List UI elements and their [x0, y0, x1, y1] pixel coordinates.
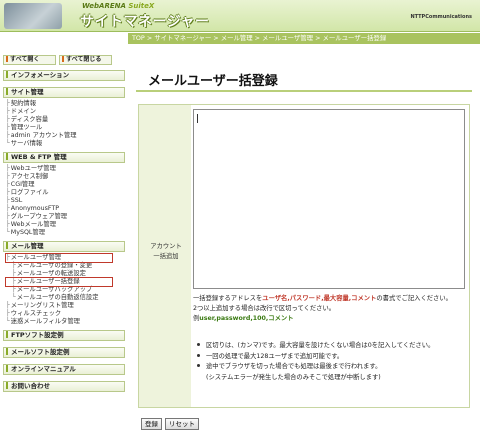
- field-label: アカウント 一括追加: [150, 243, 182, 260]
- sidebar-item-admin[interactable]: ├admin アカウント管理: [6, 132, 126, 140]
- sidebar-item-webmail[interactable]: ├Webメール管理: [6, 221, 126, 229]
- sidebar-item-mail-user-edit[interactable]: ├メールユーザの登録・変更: [6, 262, 126, 270]
- breadcrumb: TOP > サイトマネージャー > メール管理 > メールユーザ管理 > メール…: [128, 33, 480, 44]
- sidebar-item-mail-forward[interactable]: ├メールユーザの転送設定: [6, 270, 126, 278]
- submit-button[interactable]: 登録: [141, 418, 162, 430]
- sidebar-item-anon-ftp[interactable]: ├AnonymousFTP: [6, 205, 126, 213]
- note-item: 途中でブラウザを切った場合でも処理は最後まで行われます。: [197, 362, 467, 373]
- field-label-cell: アカウント 一括追加: [139, 105, 191, 407]
- sidebar-item-contract[interactable]: ├契約情報: [6, 100, 126, 108]
- section-marker-icon: [6, 71, 8, 78]
- sidebar-item-access[interactable]: ├アクセス制御: [6, 173, 126, 181]
- header: WebARENA SuiteX サイトマネージャー NTTPCommunicat…: [0, 0, 480, 32]
- sidebar: すべて開く すべて閉じる インフォメーション サイト管理 ├契約情報 ├ドメイン…: [0, 55, 126, 394]
- page-title: メールユーザー括登録: [148, 74, 278, 89]
- notes-list: 区切りは、(カンマ)です。最大容量を設けたくない場合は0を記入してください。 一…: [197, 341, 467, 383]
- sidebar-item-disk[interactable]: ├ディスク容量: [6, 116, 126, 124]
- open-all-button[interactable]: すべて開く: [3, 55, 56, 65]
- bullet-icon: [62, 56, 64, 62]
- header-logo-image: [4, 3, 62, 29]
- sidebar-item-tools[interactable]: ├管理ツール: [6, 124, 126, 132]
- sidebar-section-mail-examples[interactable]: メールソフト設定例: [3, 347, 125, 358]
- sidebar-item-mysql[interactable]: └MySQL管理: [6, 229, 126, 237]
- note-item: 区切りは、(カンマ)です。最大容量を設けたくない場合は0を記入してください。: [197, 341, 467, 352]
- sidebar-item-spam[interactable]: └迷惑メールフィルタ管理: [6, 318, 126, 326]
- bullet-icon: [197, 343, 200, 346]
- sidebar-item-server[interactable]: └サーバ情報: [6, 140, 126, 148]
- sidebar-item-domain[interactable]: ├ドメイン: [6, 108, 126, 116]
- section-marker-icon: [6, 242, 8, 249]
- bullet-icon: [197, 353, 200, 357]
- sidebar-section-information[interactable]: インフォメーション: [3, 70, 125, 81]
- section-marker-icon: [6, 88, 8, 95]
- bullet-icon: [6, 56, 8, 62]
- section-marker-icon: [6, 382, 8, 389]
- sidebar-item-ssl[interactable]: ├SSL: [6, 197, 126, 205]
- sidebar-item-mail-backup[interactable]: ├メールユーザバックアップ: [6, 286, 126, 294]
- text-caret: [197, 114, 198, 123]
- sidebar-item-logfile[interactable]: ├ログファイル: [6, 189, 126, 197]
- note-item: 一回の処理で最大128ユーザまで追加可能です。: [197, 352, 467, 363]
- format-description: 一括登録するアドレスをユーザ名,パスワード,最大容量,コメントの書式でご記入くだ…: [193, 295, 452, 322]
- sidebar-item-web-user[interactable]: ├Webユーザ管理: [6, 165, 126, 173]
- sidebar-item-cgi[interactable]: ├CGI管理: [6, 181, 126, 189]
- section-marker-icon: [6, 348, 8, 355]
- section-marker-icon: [6, 365, 8, 372]
- sidebar-item-mail-bulk[interactable]: ├メールユーザー括登録: [5, 277, 113, 287]
- title-divider: [136, 90, 472, 92]
- sidebar-item-mailing-list[interactable]: ├メーリングリスト管理: [6, 302, 126, 310]
- sidebar-item-mail-autoreply[interactable]: └メールユーザの自動返信設定: [6, 294, 126, 302]
- sidebar-item-groupware[interactable]: ├グループウェア管理: [6, 213, 126, 221]
- sidebar-section-manual[interactable]: オンラインマニュアル: [3, 364, 125, 375]
- sidebar-section-web-ftp[interactable]: WEB & FTP 管理: [3, 152, 125, 163]
- bulk-form: アカウント 一括追加 一括登録するアドレスをユーザ名,パスワード,最大容量,コメ…: [138, 104, 470, 408]
- bullet-icon: [197, 364, 200, 367]
- sidebar-section-site[interactable]: サイト管理: [3, 87, 125, 98]
- brand-logo: WebARENA SuiteX: [82, 2, 155, 10]
- section-marker-icon: [6, 153, 8, 160]
- accounts-textarea[interactable]: [193, 109, 465, 289]
- section-marker-icon: [6, 331, 8, 338]
- sidebar-item-mail-user[interactable]: ├メールユーザ管理: [5, 253, 113, 263]
- reset-button[interactable]: リセット: [165, 418, 199, 430]
- sidebar-item-virus[interactable]: ├ウィルスチェック: [6, 310, 126, 318]
- sidebar-section-mail[interactable]: メール管理: [3, 241, 125, 252]
- provider-logo: NTTPCommunications: [410, 14, 472, 20]
- site-title: サイトマネージャー: [80, 14, 210, 30]
- sidebar-section-ftp-examples[interactable]: FTPソフト設定例: [3, 330, 125, 341]
- sidebar-section-contact[interactable]: お問い合わせ: [3, 381, 125, 392]
- note-item: (システムエラーが発生した場合のみそこで処理が中断します): [206, 373, 381, 381]
- close-all-button[interactable]: すべて閉じる: [59, 55, 112, 65]
